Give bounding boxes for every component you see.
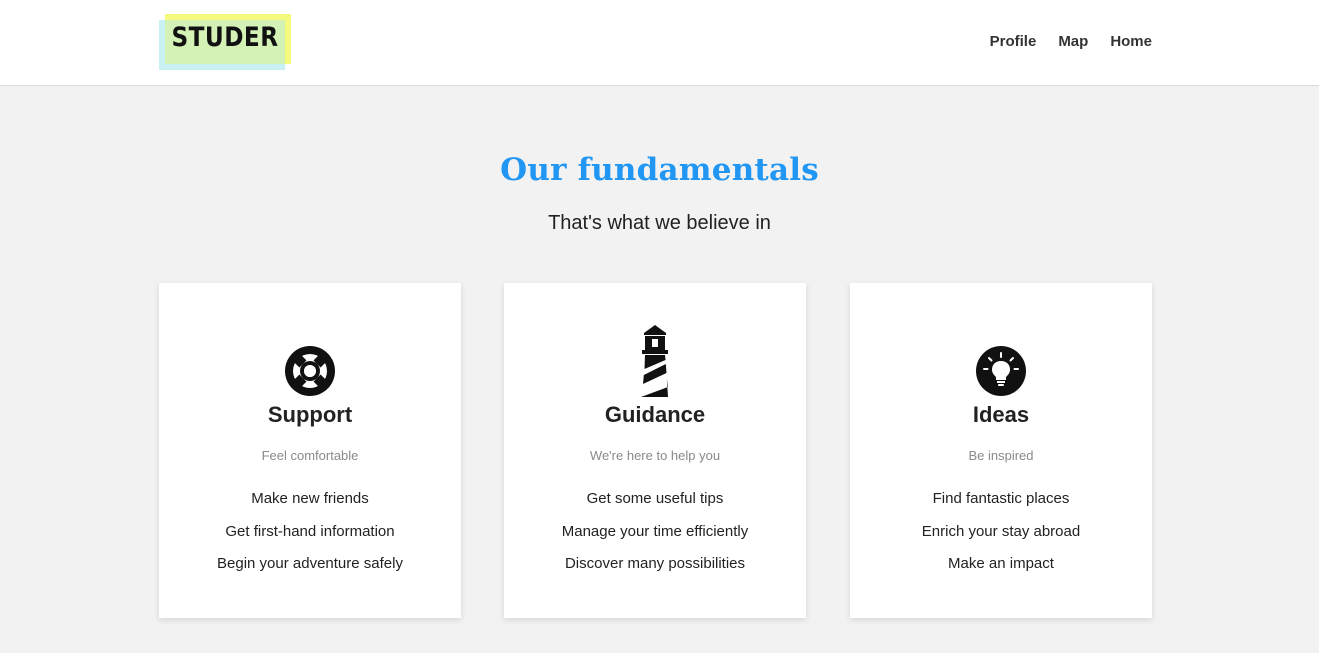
lighthouse-icon [504,325,806,397]
card-feature-list: Find fantastic places Enrich your stay a… [850,489,1152,587]
list-item: Get first-hand information [225,522,395,540]
list-item: Get some useful tips [586,490,724,507]
list-item: Make new friends [251,490,369,507]
list-item: Manage your time efficiently [561,522,749,540]
life-ring-icon [159,345,461,397]
logo-text: STUDER [171,22,279,53]
card-title: Ideas [972,402,1030,427]
nav-link-home[interactable]: Home [1110,31,1152,53]
list-item: Discover many possibilities [564,555,746,572]
card-ideas: Ideas Be inspired Find fantastic places … [850,283,1152,618]
nav-link-map[interactable]: Map [1058,31,1088,53]
card-feature-list: Get some useful tips Manage your time ef… [504,489,806,587]
top-navbar: STUDER Profile Map Home [0,0,1319,86]
section-title: Our fundamentals [500,152,819,188]
lightbulb-icon [850,345,1152,397]
nav-link-profile[interactable]: Profile [990,31,1037,53]
card-title: Guidance [604,402,706,427]
list-item: Make an impact [948,555,1054,572]
card-title: Support [267,402,353,427]
card-feature-list: Make new friends Get first-hand informat… [159,489,461,587]
card-tagline: Be inspired [968,448,1034,463]
card-tagline: Feel comfortable [261,448,359,463]
card-support: Support Feel comfortable Make new friend… [159,283,461,618]
list-item: Enrich your stay abroad [921,522,1081,540]
list-item: Begin your adventure safely [217,555,403,572]
logo-link[interactable]: STUDER [159,14,291,70]
list-item: Find fantastic places [932,490,1070,507]
card-guidance: Guidance We're here to help you Get some… [504,283,806,618]
card-tagline: We're here to help you [589,448,721,463]
main-nav: Profile Map Home [968,31,1152,53]
section-subtitle: That's what we believe in [548,212,771,234]
